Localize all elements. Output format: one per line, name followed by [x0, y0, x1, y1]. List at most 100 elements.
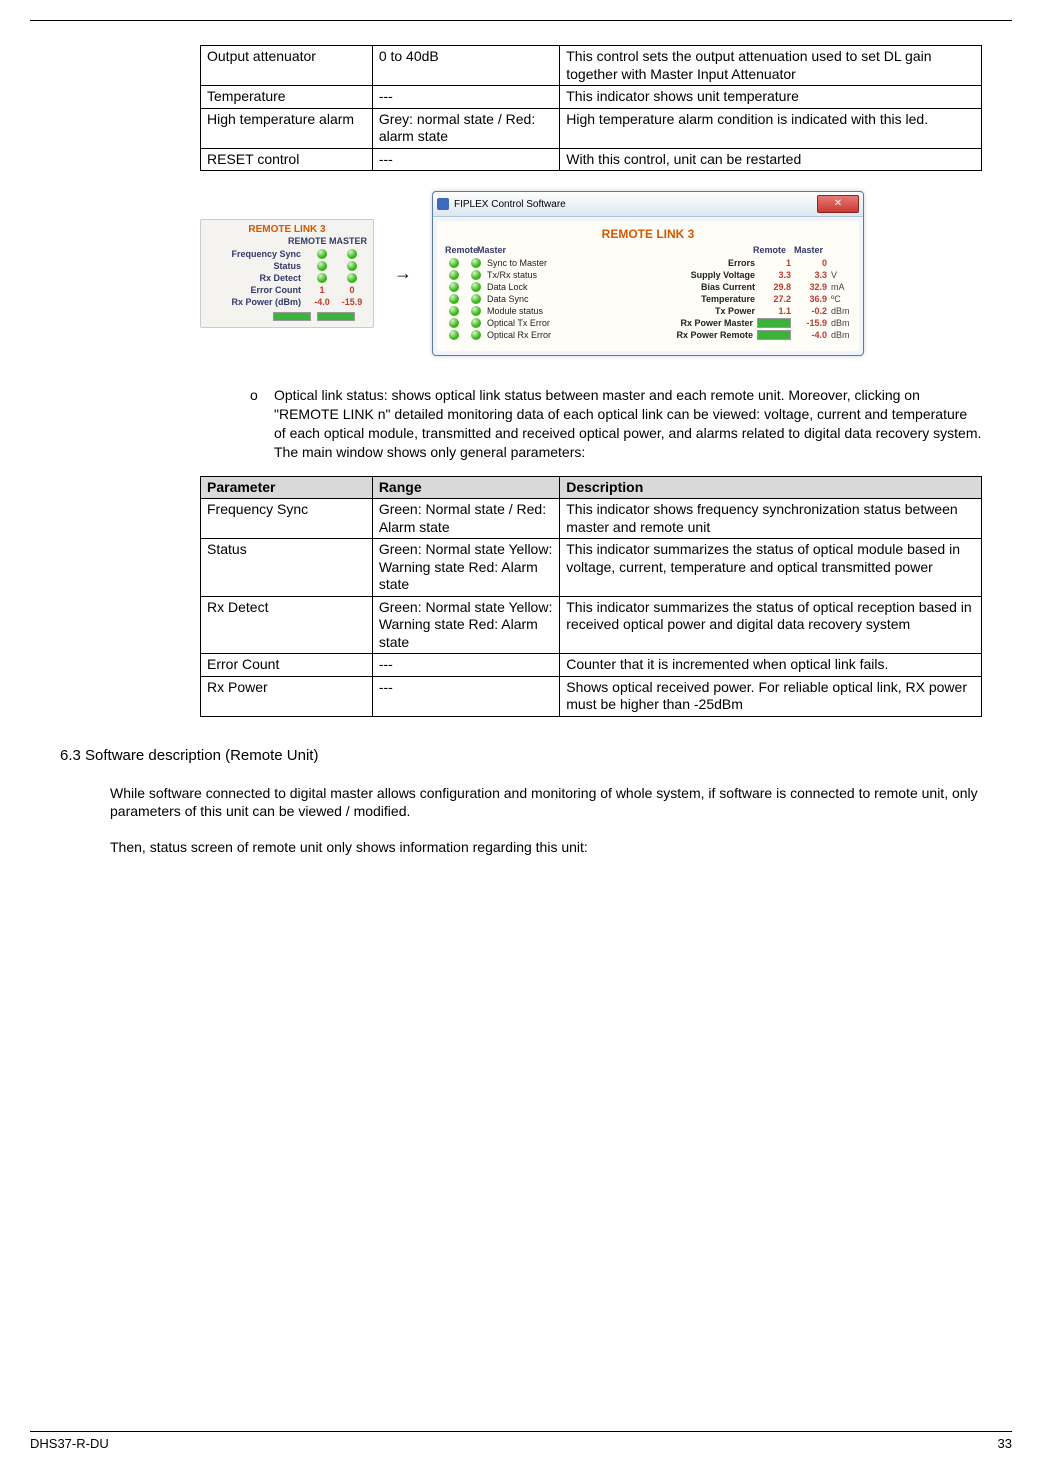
win-value-unit: ºC [831, 294, 853, 304]
win-left-hdr-master: Master [477, 245, 509, 255]
table-cell: Green: Normal state Yellow: Warning stat… [372, 539, 559, 597]
led-icon [449, 294, 459, 304]
t2-head-range: Range [372, 476, 559, 499]
table-row: Error Count---Counter that it is increme… [201, 654, 982, 677]
mini-title: REMOTE LINK 3 [201, 220, 373, 236]
win-value-label: Temperature [653, 294, 755, 304]
win-status-label: Data Sync [487, 294, 529, 304]
table-cell: RESET control [201, 148, 373, 171]
window-body-title: REMOTE LINK 3 [443, 227, 853, 241]
table-cell: --- [372, 148, 559, 171]
win-value-label: Errors [653, 258, 755, 268]
mini-bar-remote [273, 312, 311, 321]
table-row: High temperature alarmGrey: normal state… [201, 108, 982, 148]
bar-icon [757, 318, 791, 328]
led-icon [449, 258, 459, 268]
bullet-optical-link: o Optical link status: shows optical lin… [250, 386, 982, 462]
remote-link-mini-panel: REMOTE LINK 3 REMOTE MASTER Frequency Sy… [200, 219, 374, 328]
win-value-label: Tx Power [653, 306, 755, 316]
win-bar-row: Rx Power Master-15.9dBm [653, 317, 853, 329]
table-cell: --- [372, 676, 559, 716]
table-cell: Grey: normal state / Red: alarm state [372, 108, 559, 148]
table-cell: High temperature alarm condition is indi… [560, 108, 982, 148]
led-icon [449, 270, 459, 280]
win-value-master: 32.9 [795, 282, 827, 292]
win-status-label: Sync to Master [487, 258, 547, 268]
win-status-row: Data Sync [443, 293, 643, 305]
win-left-col: RemoteMaster Sync to MasterTx/Rx statusD… [443, 245, 643, 341]
win-status-row: Data Lock [443, 281, 643, 293]
table-cell: This indicator summarizes the status of … [560, 596, 982, 654]
bar-icon [757, 330, 791, 340]
win-value-row: Temperature 27.2 36.9 ºC [653, 293, 853, 305]
table-row: Output attenuator0 to 40dBThis control s… [201, 46, 982, 86]
led-icon [471, 270, 481, 280]
win-status-row: Module status [443, 305, 643, 317]
led-icon [449, 330, 459, 340]
footer-doc-id: DHS37-R-DU [30, 1436, 109, 1451]
win-value-master: 0 [795, 258, 827, 268]
win-value-row: Tx Power1.1-0.2dBm [653, 305, 853, 317]
win-value-row: Errors10 [653, 257, 853, 269]
win-bar-label: Rx Power Remote [653, 330, 753, 340]
led-icon [471, 306, 481, 316]
win-right-hdr-master: Master [794, 245, 823, 255]
table-cell: High temperature alarm [201, 108, 373, 148]
win-status-row: Optical Tx Error [443, 317, 643, 329]
mini-lbl-err: Error Count [207, 285, 307, 295]
mini-rxp-master: -15.9 [337, 297, 367, 307]
t2-head-desc: Description [560, 476, 982, 499]
table-row: Rx DetectGreen: Normal state Yellow: War… [201, 596, 982, 654]
win-value-remote: 29.8 [759, 282, 791, 292]
table-settings: Output attenuator0 to 40dBThis control s… [200, 45, 982, 171]
screenshot-row: REMOTE LINK 3 REMOTE MASTER Frequency Sy… [200, 191, 982, 356]
arrow-icon: → [394, 263, 412, 284]
led-icon [471, 294, 481, 304]
mini-err-master: 0 [337, 285, 367, 295]
mini-lbl-rx: Rx Detect [207, 273, 307, 283]
led-icon [347, 261, 357, 271]
win-bar-row: Rx Power Remote-4.0dBm [653, 329, 853, 341]
win-bar-unit: dBm [831, 330, 853, 340]
win-status-label: Optical Tx Error [487, 318, 550, 328]
win-value-row: Supply Voltage3.33.3V [653, 269, 853, 281]
t2-head-param: Parameter [201, 476, 373, 499]
table-cell: Rx Power [201, 676, 373, 716]
led-icon [471, 318, 481, 328]
win-status-row: Optical Rx Error [443, 329, 643, 341]
mini-bar-master [317, 312, 355, 321]
section-heading-6-3: 6.3 Software description (Remote Unit) [60, 747, 1012, 764]
close-icon[interactable]: ✕ [817, 195, 859, 213]
led-icon [317, 261, 327, 271]
table-cell: This control sets the output attenuation… [560, 46, 982, 86]
table-cell: Temperature [201, 86, 373, 109]
table-cell: Status [201, 539, 373, 597]
mini-lbl-freq: Frequency Sync [207, 249, 307, 259]
bullet-icon: o [250, 386, 274, 462]
win-status-row: Tx/Rx status [443, 269, 643, 281]
table-cell: Counter that it is incremented when opti… [560, 654, 982, 677]
win-value-master: 3.3 [795, 270, 827, 280]
win-bar-label: Rx Power Master [653, 318, 753, 328]
win-value-remote: 27.2 [759, 294, 791, 304]
table-cell: Error Count [201, 654, 373, 677]
table-cell: --- [372, 654, 559, 677]
table-row: Temperature---This indicator shows unit … [201, 86, 982, 109]
led-icon [449, 318, 459, 328]
window-titlebar: FIPLEX Control Software ✕ [433, 192, 863, 217]
table-optical-params: Parameter Range Description Frequency Sy… [200, 476, 982, 717]
mini-lbl-status: Status [207, 261, 307, 271]
led-icon [347, 273, 357, 283]
win-value-master: 36.9 [795, 294, 827, 304]
win-status-label: Data Lock [487, 282, 528, 292]
win-status-label: Tx/Rx status [487, 270, 537, 280]
table-cell: This indicator shows frequency synchroni… [560, 499, 982, 539]
win-bar-unit: dBm [831, 318, 853, 328]
win-value-remote: 3.3 [759, 270, 791, 280]
win-value-master: -0.2 [795, 306, 827, 316]
table-cell: With this control, unit can be restarted [560, 148, 982, 171]
led-icon [317, 249, 327, 259]
win-right-hdr-remote: Remote [753, 245, 786, 255]
window-body: REMOTE LINK 3 Remote Master Sync to Maste… [437, 221, 859, 351]
led-icon [471, 258, 481, 268]
